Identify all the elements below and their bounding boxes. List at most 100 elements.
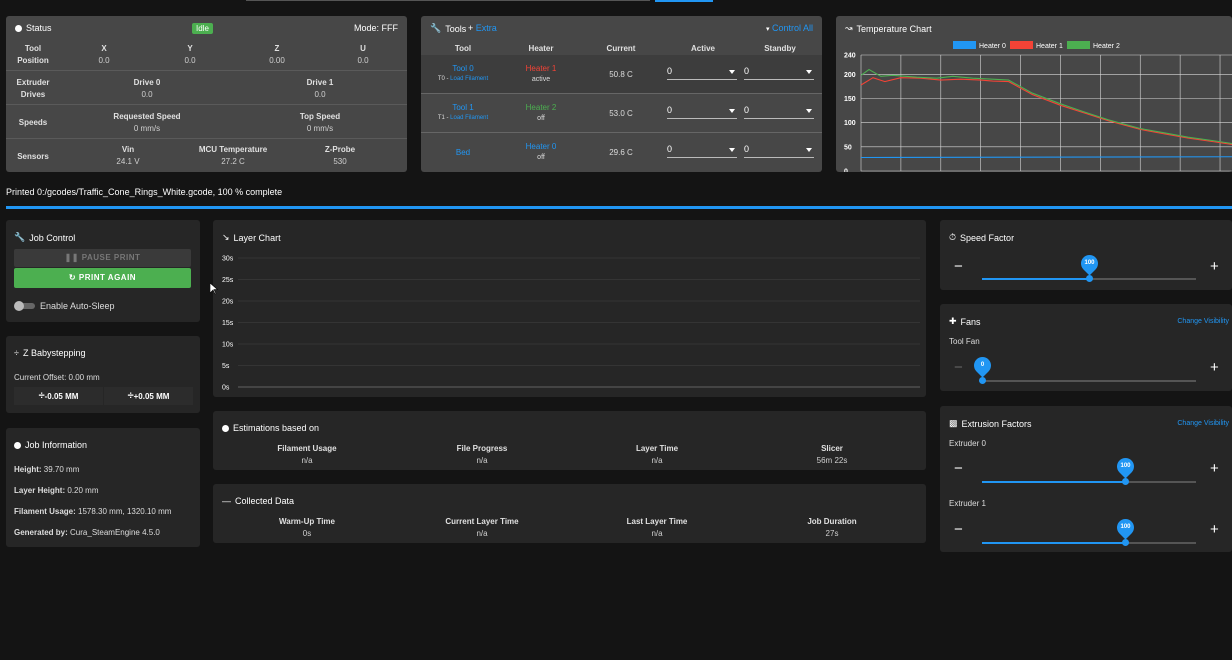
tools-title: 🔧 Tools xyxy=(430,23,467,34)
chevron-down-icon xyxy=(806,109,812,113)
print-again-button[interactable]: ↻ PRINT AGAIN xyxy=(14,268,191,288)
y-tick-label: 25s xyxy=(222,277,234,284)
tool-name[interactable]: Tool 1 xyxy=(433,103,493,112)
divider xyxy=(6,104,407,105)
extrusion-change-visibility-link[interactable]: Change Visibility xyxy=(1177,420,1229,427)
babystep-minus-button[interactable]: ÷-0.05 MM xyxy=(14,387,103,405)
slider-handle[interactable] xyxy=(978,377,986,384)
auto-sleep-toggle[interactable] xyxy=(14,301,35,311)
heater-name[interactable]: Heater 0 xyxy=(511,142,571,151)
active-temp-select[interactable]: 0 xyxy=(667,144,737,158)
speed-decrease-button[interactable]: − xyxy=(954,258,963,275)
info-icon xyxy=(222,424,229,432)
pause-print-button[interactable]: ❚❚ PAUSE PRINT xyxy=(14,249,191,267)
tool-fan-slider[interactable]: 0 xyxy=(969,353,1196,384)
extra-tab[interactable]: + Extra xyxy=(468,23,497,33)
col-tool: Tool xyxy=(454,44,472,53)
y-tick-label: 100 xyxy=(844,120,856,127)
chevron-down-icon: ▾ xyxy=(765,26,770,33)
axis-y-value: 0.0 xyxy=(184,56,196,65)
current-temp: 29.6 C xyxy=(609,148,633,157)
fans-card: ✚ Fans Change Visibility Tool Fan − 0 + xyxy=(940,304,1232,391)
speed-increase-button[interactable]: + xyxy=(1210,258,1219,275)
y-tick-label: 50 xyxy=(844,144,852,151)
requested-speed-label: Requested Speed xyxy=(113,112,181,121)
speeds-label: Speeds xyxy=(18,118,48,127)
axis-z-value: 0.00 xyxy=(269,56,285,65)
drive-1-label: Drive 1 xyxy=(306,78,334,87)
estimations-title: Estimations based on xyxy=(222,423,319,433)
slider-handle[interactable] xyxy=(1121,539,1129,546)
standby-temp-select[interactable]: 0 xyxy=(744,144,814,158)
collected-label: Last Layer Time xyxy=(626,517,688,526)
active-temp-select[interactable]: 0 xyxy=(667,105,737,119)
fan-icon: ✚ xyxy=(949,316,957,326)
active-temp-select[interactable]: 0 xyxy=(667,66,737,80)
estimation-value: n/a xyxy=(651,456,663,465)
vin-value: 24.1 V xyxy=(116,157,140,166)
fans-change-visibility-link[interactable]: Change Visibility xyxy=(1177,318,1229,325)
series-line xyxy=(860,68,1232,145)
slider-value-bubble: 100 xyxy=(1113,454,1138,479)
standby-temp-select[interactable]: 0 xyxy=(744,105,814,119)
collected-value: 27s xyxy=(825,529,839,538)
slider-handle[interactable] xyxy=(1085,275,1093,282)
chevron-down-icon xyxy=(729,109,735,113)
collected-value: n/a xyxy=(651,529,663,538)
collected-label: Current Layer Time xyxy=(445,517,519,526)
requested-speed-value: 0 mm/s xyxy=(133,124,161,133)
job-info-filament: Filament Usage: 1578.30 mm, 1320.10 mm xyxy=(14,507,172,516)
babystep-plus-button[interactable]: ÷+0.05 MM xyxy=(104,387,193,405)
standby-temp-select[interactable]: 0 xyxy=(744,66,814,80)
y-tick-label: 0 xyxy=(844,169,848,173)
tool-sub: T1 - Load Filament xyxy=(437,115,489,121)
tool-label: Tool xyxy=(24,44,42,53)
extruder-1-slider[interactable]: 100 xyxy=(982,515,1196,546)
collected-data-card: — Collected Data Warm-Up Time 0s Current… xyxy=(213,484,926,543)
axis-z-label: Z xyxy=(274,44,280,53)
y-tick-label: 5s xyxy=(222,363,230,370)
fan-increase-button[interactable]: + xyxy=(1210,359,1219,376)
extruder-0-increase-button[interactable]: + xyxy=(1210,460,1219,477)
fan-decrease-button[interactable]: − xyxy=(954,359,963,376)
tool-name[interactable]: Tool 0 xyxy=(433,64,493,73)
legend-label: Heater 0 xyxy=(979,43,1006,50)
control-all-button[interactable]: ▾ Control All xyxy=(766,23,813,33)
heater-name[interactable]: Heater 2 xyxy=(511,103,571,112)
extruder-0-decrease-button[interactable]: − xyxy=(954,460,963,477)
print-progress-text: Printed 0:/gcodes/Traffic_Cone_Rings_Whi… xyxy=(6,187,283,197)
tool-row-2: Bed Heater 0 off 29.6 C 0 0 xyxy=(421,133,822,171)
load-filament-link[interactable]: Load Filament xyxy=(450,76,488,82)
collected-value: 0s xyxy=(302,529,312,538)
y-tick-label: 30s xyxy=(222,256,234,263)
extruder-1-label: Extruder 1 xyxy=(949,499,986,508)
heater-name[interactable]: Heater 1 xyxy=(511,64,571,73)
job-info-generator: Generated by: Cura_SteamEngine 4.5.0 xyxy=(14,528,160,537)
axis-x-label: X xyxy=(101,44,107,53)
axis-u-value: 0.0 xyxy=(357,56,369,65)
current-offset: Current Offset: 0.00 mm xyxy=(14,373,100,382)
extruder-1-decrease-button[interactable]: − xyxy=(954,521,963,538)
estimations-card: Estimations based on Filament Usage n/a … xyxy=(213,411,926,470)
chevron-down-icon xyxy=(729,148,735,152)
legend-swatch xyxy=(953,41,976,49)
slider-value-bubble: 0 xyxy=(969,353,995,378)
job-control-card: 🔧 Job Control ❚❚ PAUSE PRINT ↻ PRINT AGA… xyxy=(6,220,200,322)
wrench-icon: 🔧 xyxy=(14,232,26,242)
status-title: Status xyxy=(15,23,52,33)
legend-label: Heater 2 xyxy=(1093,43,1120,50)
divider xyxy=(6,70,407,71)
chevron-down-icon xyxy=(729,70,735,74)
babystepping-title: ÷ Z Babystepping xyxy=(14,348,86,358)
heater-state: off xyxy=(537,115,545,122)
tool-name[interactable]: Bed xyxy=(433,148,493,157)
speed-factor-slider[interactable]: 100 xyxy=(982,251,1196,282)
drive-0-value: 0.0 xyxy=(141,90,153,99)
extruder-0-slider[interactable]: 100 xyxy=(982,454,1196,485)
collected-label: Job Duration xyxy=(807,517,857,526)
pause-icon: ❚❚ xyxy=(64,253,79,262)
extruder-1-increase-button[interactable]: + xyxy=(1210,521,1219,538)
load-filament-link[interactable]: Load Filament xyxy=(450,115,488,121)
status-panel: Status Idle Mode: FFF Tool Position X 0.… xyxy=(6,16,407,172)
slider-handle[interactable] xyxy=(1121,478,1129,485)
